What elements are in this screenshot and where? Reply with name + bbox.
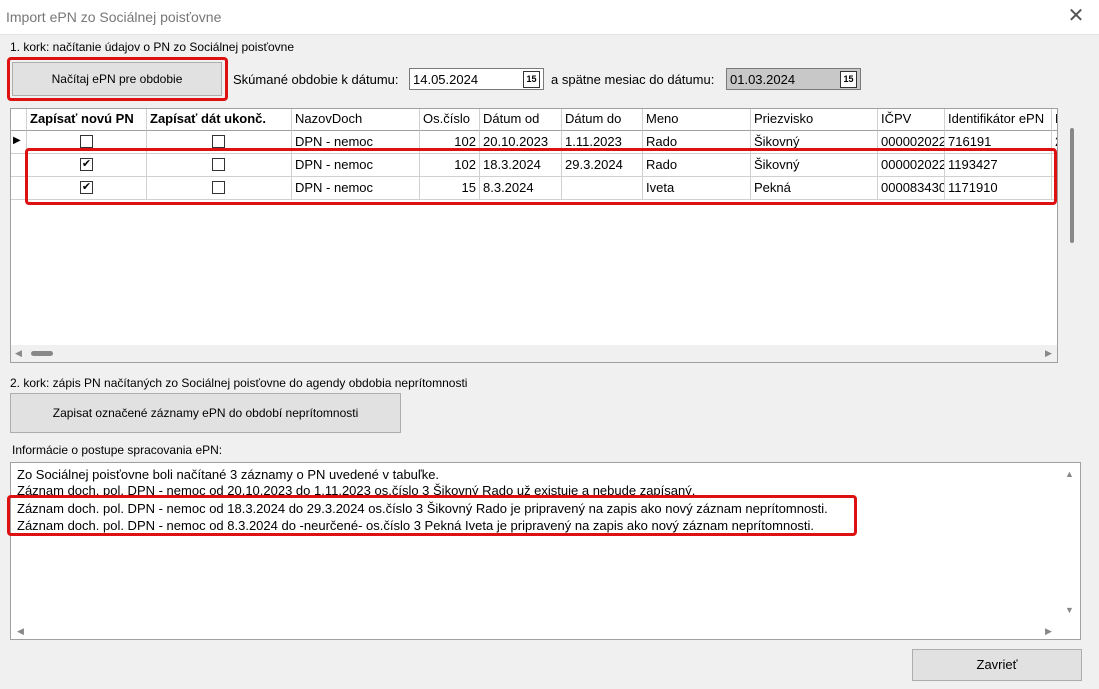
grid-horizontal-scrollbar[interactable]: ◀ ▶ [11,345,1057,362]
highlight-info-lines [7,495,857,536]
col-header-id[interactable]: Identifikátor ePN [945,109,1052,131]
col-header-od[interactable]: Dátum od [480,109,562,131]
epn-grid[interactable]: Zapísať novú PN Zapísať dát ukonč. Nazov… [10,108,1058,363]
scroll-right-icon[interactable]: ▶ [1045,626,1052,637]
step1-label: 1. kork: načítanie údajov o PN zo Sociál… [10,40,294,54]
scroll-left-icon[interactable]: ◀ [15,348,22,359]
row-header-corner [11,109,27,131]
close-icon[interactable]: ✕ [1066,4,1086,28]
col-header-new-pn[interactable]: Zapísať novú PN [27,109,147,131]
highlight-load-button [7,57,228,101]
date-label: Skúmané obdobie k dátumu: [233,72,399,87]
scroll-thumb[interactable] [1070,128,1074,243]
back-date-label: a spätne mesiac do dátumu: [551,72,715,87]
col-header-nazov[interactable]: NazovDoch [292,109,420,131]
checkbox[interactable] [80,135,93,148]
highlight-rows [25,148,1057,205]
col-header-end-date[interactable]: Zapísať dát ukonč. [147,109,292,131]
calendar-icon-disabled: 15 [840,71,857,88]
info-label: Informácie o postupe spracovania ePN: [12,443,223,457]
scroll-right-icon[interactable]: ▶ [1045,348,1052,359]
col-header-meno[interactable]: Meno [643,109,751,131]
scroll-up-icon[interactable]: ▲ [1065,469,1074,479]
back-date-value: 01.03.2024 [730,72,796,87]
col-header-do[interactable]: Dátum do [562,109,643,131]
info-line: Zo Sociálnej poisťovne boli načítané 3 z… [17,467,440,482]
checkbox[interactable] [212,135,225,148]
grid-vertical-scrollbar[interactable] [1064,108,1081,363]
scroll-down-icon[interactable]: ▼ [1065,605,1074,615]
date-picker[interactable]: 14.05.2024 15 [409,68,544,90]
calendar-icon[interactable]: 15 [523,71,540,88]
back-date-picker: 01.03.2024 15 [726,68,861,90]
col-header-icpv[interactable]: IČPV [878,109,945,131]
col-header-d[interactable]: D [1052,109,1057,131]
col-header-os[interactable]: Os.číslo [420,109,480,131]
step2-label: 2. kork: zápis PN načítaných zo Sociálne… [10,376,468,390]
date-value: 14.05.2024 [413,72,479,87]
close-button[interactable]: Zavrieť [912,649,1082,681]
info-memo[interactable]: Zo Sociálnej poisťovne boli načítané 3 z… [10,462,1081,640]
col-header-priezvisko[interactable]: Priezvisko [751,109,878,131]
write-epn-button[interactable]: Zapisat označené záznamy ePN do období n… [10,393,401,433]
scroll-left-icon[interactable]: ◀ [17,626,24,637]
window-title: Import ePN zo Sociálnej poisťovne [6,9,222,25]
scroll-thumb[interactable] [31,351,53,356]
